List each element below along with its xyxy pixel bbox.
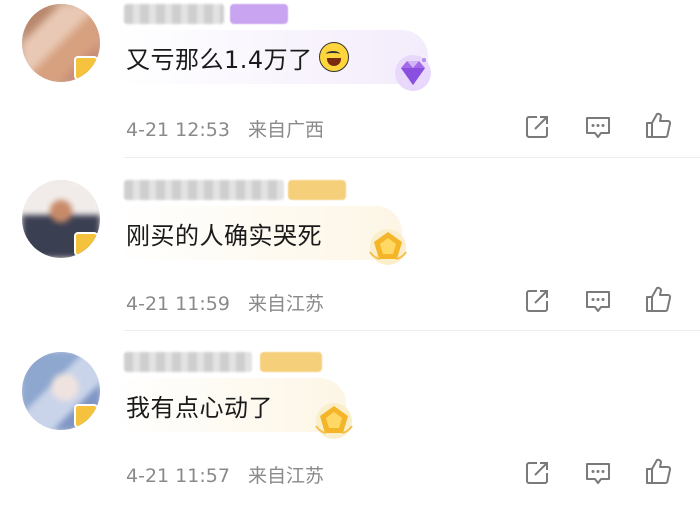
comment-meta: 4-21 11:59 来自江苏 (126, 289, 324, 316)
comment-item: 又亏那么1.4万了 4-21 12:53 来自广西 (0, 0, 700, 165)
divider (124, 330, 700, 331)
username[interactable] (124, 4, 224, 24)
comment-text: 我有点心动了 (126, 393, 273, 422)
comment-date: 4-21 (126, 119, 170, 141)
laugh-cry-emoji-icon (318, 42, 349, 72)
username[interactable] (124, 180, 284, 200)
share-icon[interactable] (522, 112, 552, 142)
comment-location: 来自江苏 (247, 293, 324, 315)
divider (124, 157, 700, 158)
comment-bubble: 又亏那么1.4万了 (112, 30, 428, 84)
vip-level-badge (288, 180, 346, 200)
comment-meta: 4-21 12:53 来自广西 (126, 115, 324, 142)
like-icon[interactable] (643, 284, 673, 314)
comment-time: 11:59 (175, 293, 230, 315)
share-icon[interactable] (522, 286, 552, 316)
verified-badge-icon (74, 404, 98, 428)
vip-level-badge (230, 4, 288, 24)
reply-icon[interactable] (583, 286, 613, 316)
comment-location: 来自广西 (247, 119, 324, 141)
avatar[interactable] (22, 352, 100, 430)
username[interactable] (124, 352, 252, 372)
comment-item: 我有点心动了 4-21 11:57 来自江苏 (0, 348, 700, 513)
purple-diamond-badge-icon (395, 55, 431, 91)
comment-location: 来自江苏 (247, 465, 324, 487)
verified-badge-icon (74, 56, 98, 80)
comment-meta: 4-21 11:57 来自江苏 (126, 461, 324, 488)
reply-icon[interactable] (583, 458, 613, 488)
gold-pentagon-badge-icon (369, 229, 407, 265)
gold-pentagon-badge-icon (315, 403, 353, 439)
comment-item: 刚买的人确实哭死 4-21 11:59 来自江苏 (0, 176, 700, 341)
reply-icon[interactable] (583, 112, 613, 142)
comment-date: 4-21 (126, 465, 170, 487)
share-icon[interactable] (522, 458, 552, 488)
comment-time: 12:53 (175, 119, 230, 141)
vip-level-badge (260, 352, 322, 372)
comment-date: 4-21 (126, 293, 170, 315)
comment-time: 11:57 (175, 465, 230, 487)
comment-bubble: 刚买的人确实哭死 (112, 206, 402, 260)
comment-text: 又亏那么1.4万了 (126, 45, 313, 74)
like-icon[interactable] (643, 110, 673, 140)
comment-text: 刚买的人确实哭死 (126, 221, 322, 250)
avatar[interactable] (22, 180, 100, 258)
verified-badge-icon (74, 232, 98, 256)
like-icon[interactable] (643, 456, 673, 486)
avatar[interactable] (22, 4, 100, 82)
